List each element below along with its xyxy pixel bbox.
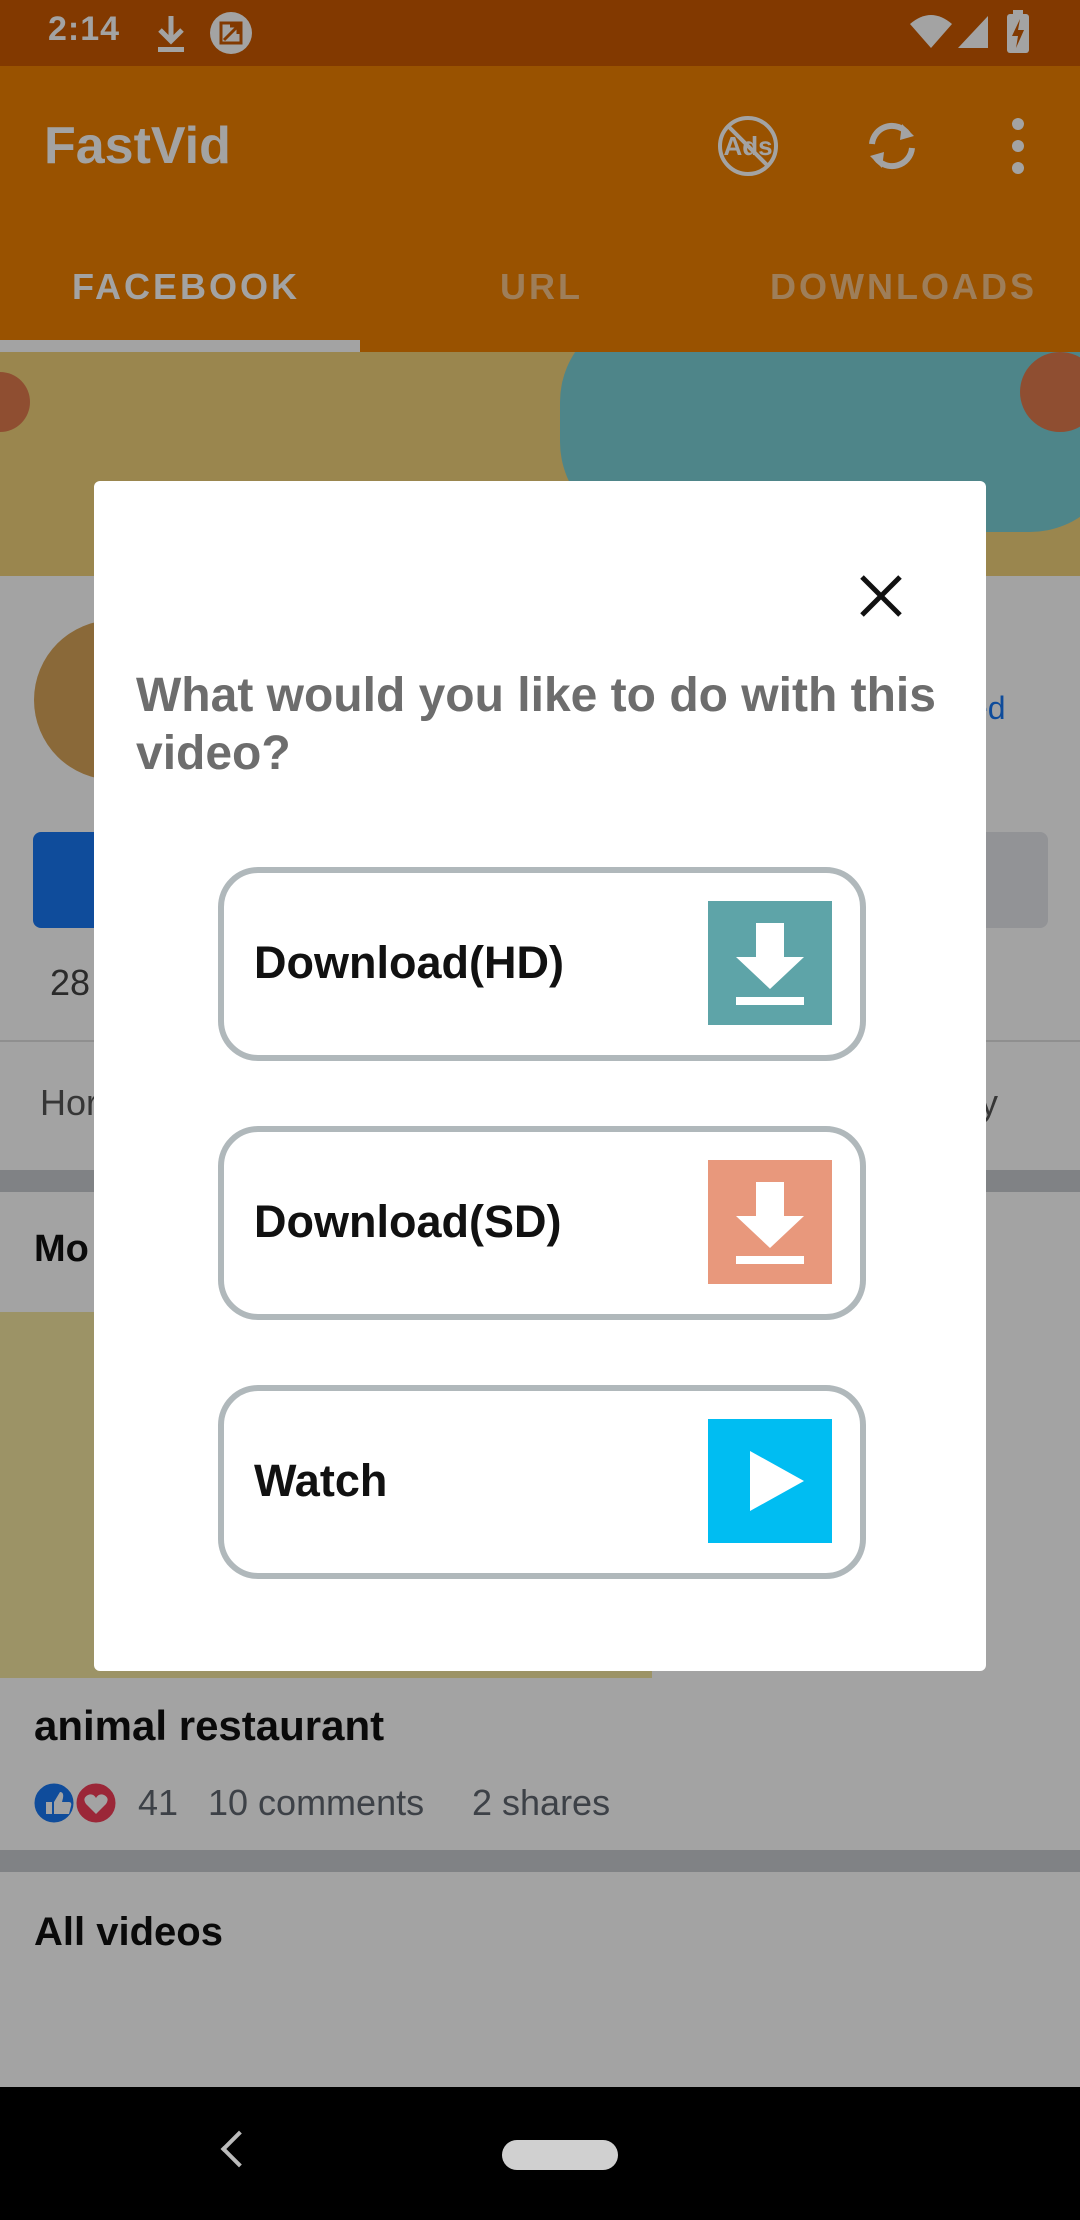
download-sd-button[interactable]: Download(SD) <box>218 1126 866 1320</box>
play-icon <box>708 1419 832 1543</box>
dialog-question: What would you like to do with this vide… <box>136 669 936 780</box>
watch-label: Watch <box>254 1455 388 1506</box>
watch-button[interactable]: Watch <box>218 1385 866 1579</box>
download-icon <box>708 901 832 1025</box>
download-hd-button[interactable]: Download(HD) <box>218 867 866 1061</box>
download-hd-label: Download(HD) <box>254 937 564 988</box>
download-sd-label: Download(SD) <box>254 1196 562 1247</box>
video-action-dialog: What would you like to do with this vide… <box>94 481 986 1671</box>
download-icon <box>708 1160 832 1284</box>
home-pill[interactable] <box>502 2140 618 2170</box>
close-icon[interactable] <box>852 567 910 625</box>
